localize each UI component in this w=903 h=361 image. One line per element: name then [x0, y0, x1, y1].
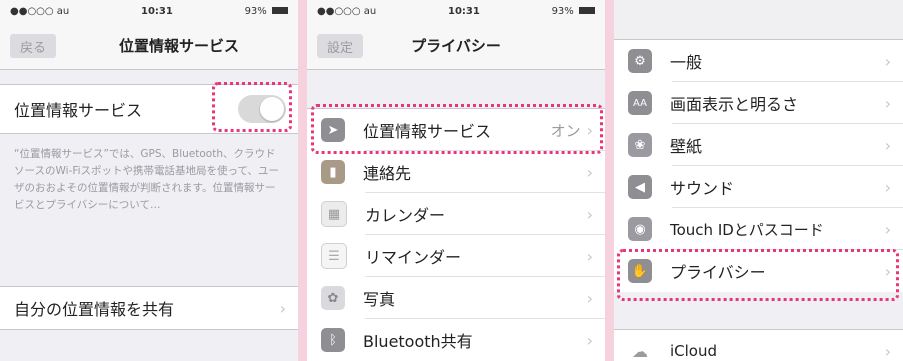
chevron-right-icon: › — [586, 246, 593, 266]
chevron-right-icon: › — [586, 120, 593, 140]
chevron-right-icon: › — [279, 298, 286, 318]
status-bar: ●●○○○ au 10:31 93% — [0, 0, 298, 22]
item-label: 壁紙 — [670, 137, 703, 156]
contacts-icon: ▮ — [321, 160, 345, 184]
privacy-item-reminders[interactable]: ☰ リマインダー › — [307, 235, 605, 277]
privacy-item-location[interactable]: ➤ 位置情報サービス オン › — [307, 109, 605, 151]
privacy-item-contacts[interactable]: ▮ 連絡先 › — [307, 151, 605, 193]
display-brightness-icon: AA — [628, 91, 652, 115]
item-label: リマインダー — [365, 248, 462, 267]
battery-percent: 93% — [244, 5, 267, 17]
settings-list: ⚙ 一般 › AA 画面表示と明るさ › ❀ 壁紙 › ◀ サウンド › ◉ T… — [614, 39, 903, 292]
reminders-icon: ☰ — [321, 243, 347, 269]
privacy-list: ➤ 位置情報サービス オン › ▮ 連絡先 › ▦ カレンダー › ☰ リマイン… — [307, 108, 605, 361]
settings-item-privacy[interactable]: ✋ プライバシー › — [614, 250, 903, 292]
location-services-screen: ●●○○○ au 10:31 93% 戻る 位置情報サービス 位置情報サービス … — [0, 0, 298, 361]
back-button[interactable]: 戻る — [10, 34, 57, 58]
hand-icon: ✋ — [628, 259, 652, 283]
clock: 10:31 — [448, 5, 480, 17]
item-value: オン — [550, 121, 581, 140]
settings-item-touchid[interactable]: ◉ Touch IDとパスコード › — [614, 208, 903, 250]
share-location-label: 自分の位置情報を共有 — [14, 300, 175, 319]
page-title: 位置情報サービス — [118, 37, 239, 55]
icloud-icon: ☁ — [628, 339, 652, 361]
chevron-right-icon: › — [884, 219, 891, 239]
chevron-right-icon: › — [884, 93, 891, 113]
fingerprint-icon: ◉ — [628, 217, 652, 241]
privacy-item-photos[interactable]: ✿ 写真 › — [307, 277, 605, 319]
bluetooth-icon: ᛒ — [321, 328, 345, 352]
photos-icon: ✿ — [321, 286, 345, 310]
battery-percent: 93% — [551, 5, 574, 17]
location-services-toggle[interactable] — [238, 95, 286, 123]
privacy-screen: ●●○○○ au 10:31 93% 設定 プライバシー ➤ 位置情報サービス … — [307, 0, 605, 361]
chevron-right-icon: › — [884, 51, 891, 71]
item-label: iCloud — [670, 342, 718, 360]
settings-item-wallpaper[interactable]: ❀ 壁紙 › — [614, 124, 903, 166]
carrier-label: ●●○○○ au — [10, 5, 70, 17]
footnote-text: “位置情報サービス”では、GPS、Bluetooth、クラウドソースのWi-Fi… — [14, 148, 279, 211]
settings-item-display[interactable]: AA 画面表示と明るさ › — [614, 82, 903, 124]
item-label: 写真 — [363, 290, 396, 309]
chevron-right-icon: › — [884, 177, 891, 197]
item-label: サウンド — [670, 179, 735, 198]
item-label: 一般 — [670, 53, 703, 72]
chevron-right-icon: › — [586, 330, 593, 350]
wallpaper-icon: ❀ — [628, 133, 652, 157]
battery-icon — [271, 6, 288, 14]
settings-item-general[interactable]: ⚙ 一般 › — [614, 40, 903, 82]
calendar-icon: ▦ — [321, 201, 347, 227]
settings-item-sound[interactable]: ◀ サウンド › — [614, 166, 903, 208]
item-label: Bluetooth共有 — [363, 332, 473, 351]
icloud-group: ☁ iCloud › — [614, 329, 903, 361]
item-label: 画面表示と明るさ — [670, 95, 799, 114]
privacy-item-calendar[interactable]: ▦ カレンダー › — [307, 193, 605, 235]
toggle-knob — [260, 97, 284, 121]
chevron-right-icon: › — [884, 261, 891, 281]
nav-bar: 戻る 位置情報サービス — [0, 22, 298, 70]
top-band — [614, 0, 903, 40]
battery-label: 93% — [552, 6, 595, 17]
chevron-right-icon: › — [884, 341, 891, 361]
chevron-right-icon: › — [586, 288, 593, 308]
status-bar: ●●○○○ au 10:31 93% — [307, 0, 605, 22]
item-label: 位置情報サービス — [363, 122, 492, 141]
battery-icon — [578, 6, 595, 14]
gear-icon: ⚙ — [628, 49, 652, 73]
battery-label: 93% — [245, 6, 288, 17]
item-label: カレンダー — [365, 206, 446, 225]
item-label: 連絡先 — [363, 164, 412, 183]
chevron-right-icon: › — [586, 204, 593, 224]
item-label: プライバシー — [670, 263, 766, 282]
share-location-row[interactable]: 自分の位置情報を共有 › — [0, 286, 298, 330]
privacy-item-bluetooth[interactable]: ᛒ Bluetooth共有 › — [307, 319, 605, 361]
location-services-row: 位置情報サービス — [0, 84, 298, 134]
sound-icon: ◀ — [628, 175, 652, 199]
location-arrow-icon: ➤ — [321, 118, 345, 142]
page-title: プライバシー — [411, 37, 501, 55]
clock: 10:31 — [141, 5, 173, 17]
chevron-right-icon: › — [586, 162, 593, 182]
settings-screen: ⚙ 一般 › AA 画面表示と明るさ › ❀ 壁紙 › ◀ サウンド › ◉ T… — [614, 0, 903, 361]
carrier-label: ●●○○○ au — [317, 5, 377, 17]
location-services-label: 位置情報サービス — [14, 101, 143, 120]
chevron-right-icon: › — [884, 135, 891, 155]
item-label: Touch IDとパスコード — [670, 220, 824, 239]
nav-bar: 設定 プライバシー — [307, 22, 605, 70]
settings-item-icloud[interactable]: ☁ iCloud › — [614, 330, 903, 361]
